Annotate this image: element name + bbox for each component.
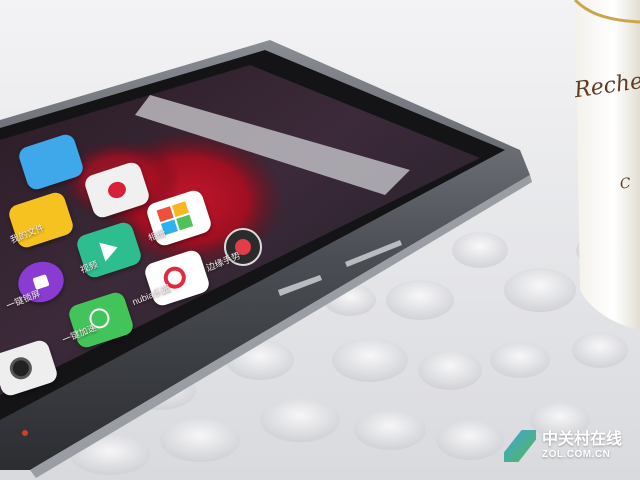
zol-logo-icon bbox=[503, 430, 536, 462]
watermark: 中关村在线 ZOL.COM.CN bbox=[503, 430, 622, 462]
edge-gesture-icon bbox=[224, 228, 262, 266]
cup-text-2: C bbox=[618, 175, 632, 193]
photo-scene: 我的文件 相册 视频 边缘手势 一键锁屏 nubia乐园 一键加速 Recher… bbox=[0, 0, 640, 480]
watermark-brand-cn: 中关村在线 bbox=[541, 431, 622, 448]
app-edge-gesture[interactable] bbox=[224, 228, 262, 266]
cup bbox=[573, 0, 640, 330]
watermark-brand-en: ZOL.COM.CN bbox=[541, 449, 611, 460]
